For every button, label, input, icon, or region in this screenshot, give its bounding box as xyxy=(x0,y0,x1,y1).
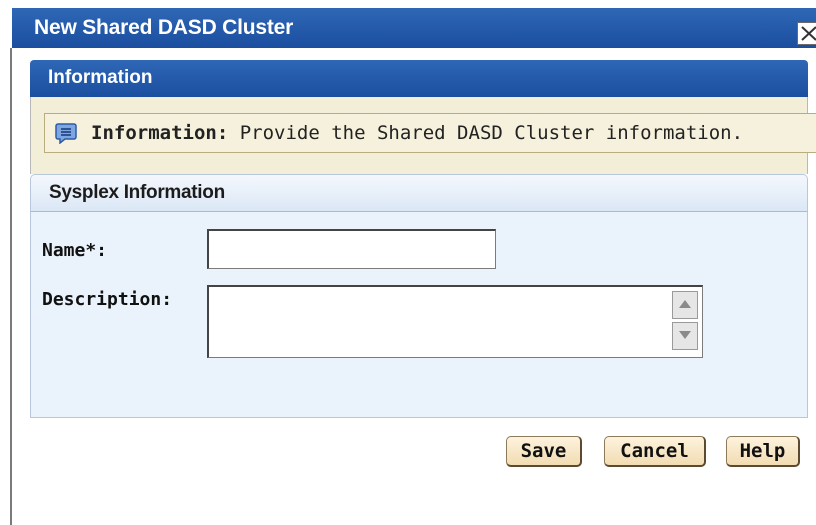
description-label: Description: xyxy=(42,289,173,310)
sysplex-header-label: Sysplex Information xyxy=(49,182,225,203)
dialog-titlebar[interactable]: New Shared DASD Cluster xyxy=(12,8,816,48)
save-button[interactable]: Save xyxy=(506,436,582,467)
info-message-icon xyxy=(55,123,77,144)
information-header-label: Information xyxy=(48,67,153,88)
close-button[interactable] xyxy=(797,22,816,45)
dialog: New Shared DASD Cluster Information Info… xyxy=(0,0,816,525)
information-message: Information: Provide the Shared DASD Clu… xyxy=(44,113,816,153)
scroll-down-button[interactable] xyxy=(672,322,698,350)
information-text: Information: Provide the Shared DASD Clu… xyxy=(91,122,743,144)
scroll-up-button[interactable] xyxy=(672,291,698,319)
name-input[interactable] xyxy=(207,229,496,269)
help-button[interactable]: Help xyxy=(726,436,800,467)
cancel-button[interactable]: Cancel xyxy=(604,436,706,467)
description-textarea[interactable] xyxy=(207,285,703,358)
information-label: Information: xyxy=(91,122,229,144)
dialog-left-border xyxy=(10,48,12,525)
dialog-title: New Shared DASD Cluster xyxy=(34,16,294,39)
sysplex-section-header: Sysplex Information xyxy=(30,174,808,212)
scroll-up-arrow-icon xyxy=(679,300,691,308)
information-section-header: Information xyxy=(30,60,808,97)
information-message-text: Provide the Shared DASD Cluster informat… xyxy=(228,122,744,144)
close-icon xyxy=(801,26,816,41)
name-label: Name*: xyxy=(42,240,108,261)
scroll-down-arrow-icon xyxy=(679,331,691,339)
